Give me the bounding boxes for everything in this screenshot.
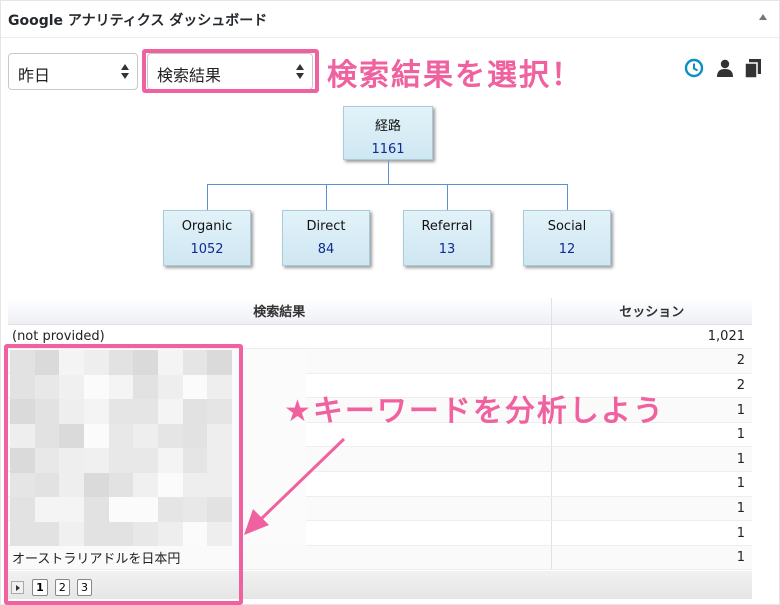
node-value: 12 bbox=[558, 242, 576, 257]
keyword-callout-text: ★キーワードを分析しよう bbox=[284, 394, 665, 429]
node-label: Direct bbox=[306, 219, 346, 234]
column-header-sessions[interactable]: セッション bbox=[551, 298, 752, 325]
mosaic-cell bbox=[256, 350, 282, 375]
node-value: 13 bbox=[438, 242, 456, 257]
mosaic-cell bbox=[256, 374, 282, 399]
tree-connector bbox=[207, 184, 568, 185]
node-value: 84 bbox=[317, 242, 335, 257]
ga-dashboard-widget: Google アナリティクス ダッシュボード 昨日 検索結果 検索結果を選択！ … bbox=[0, 0, 780, 605]
tree-connector bbox=[207, 184, 208, 210]
select-highlight-frame bbox=[142, 49, 319, 93]
widget-title: Google アナリティクス ダッシュボード bbox=[8, 13, 268, 29]
sessions-cell: 1,021 bbox=[551, 324, 752, 350]
tree-node-direct: Direct 84 bbox=[282, 210, 370, 266]
node-label: Organic bbox=[181, 219, 233, 234]
column-header-query[interactable]: 検索結果 bbox=[8, 298, 552, 325]
mosaic-cell bbox=[256, 521, 282, 546]
mosaic-cell bbox=[256, 497, 282, 522]
tree-connector bbox=[567, 184, 568, 210]
copy-icon[interactable] bbox=[742, 57, 764, 79]
select-arrows-icon bbox=[121, 62, 129, 80]
tree-node-organic: Organic 1052 bbox=[163, 210, 251, 266]
mosaic-cell bbox=[256, 448, 282, 473]
widget-header: Google アナリティクス ダッシュボード bbox=[1, 1, 779, 38]
sessions-cell: 1 bbox=[551, 446, 752, 473]
mosaic-cell bbox=[256, 423, 282, 448]
node-label: Referral bbox=[421, 219, 473, 234]
tree-connector bbox=[447, 184, 448, 210]
mosaic-cell bbox=[281, 448, 306, 473]
mosaic-cell bbox=[256, 399, 282, 424]
mosaic-cell bbox=[256, 472, 282, 497]
keywords-highlight-frame bbox=[4, 344, 243, 605]
node-value: 1052 bbox=[190, 242, 224, 257]
tree-node-referral: Referral 13 bbox=[403, 210, 491, 266]
sessions-cell: 1 bbox=[551, 545, 752, 571]
tree-node-social: Social 12 bbox=[523, 210, 611, 266]
user-icon[interactable] bbox=[714, 57, 736, 79]
collapse-toggle-icon[interactable] bbox=[759, 14, 767, 20]
tree-connector bbox=[388, 160, 389, 184]
node-value: 1161 bbox=[371, 142, 405, 157]
mosaic-cell bbox=[281, 521, 306, 546]
select-callout-text: 検索結果を選択！ bbox=[327, 58, 583, 93]
table-header-row: 検索結果 セッション bbox=[8, 298, 752, 325]
mosaic-cell bbox=[281, 497, 306, 522]
tree-connector bbox=[326, 184, 327, 210]
mosaic-cell bbox=[281, 350, 306, 375]
sessions-cell: 1 bbox=[551, 496, 752, 522]
period-select-value: 昨日 bbox=[18, 66, 51, 85]
mosaic-cell bbox=[281, 472, 306, 497]
node-label: 経路 bbox=[374, 119, 401, 134]
sessions-cell: 1 bbox=[551, 520, 752, 546]
sessions-cell: 2 bbox=[551, 348, 752, 374]
tree-node-root: 経路 1161 bbox=[343, 106, 433, 160]
node-label: Social bbox=[547, 219, 587, 234]
period-select[interactable]: 昨日 bbox=[8, 53, 138, 90]
clock-icon[interactable] bbox=[683, 57, 705, 79]
sessions-cell: 1 bbox=[551, 471, 752, 497]
